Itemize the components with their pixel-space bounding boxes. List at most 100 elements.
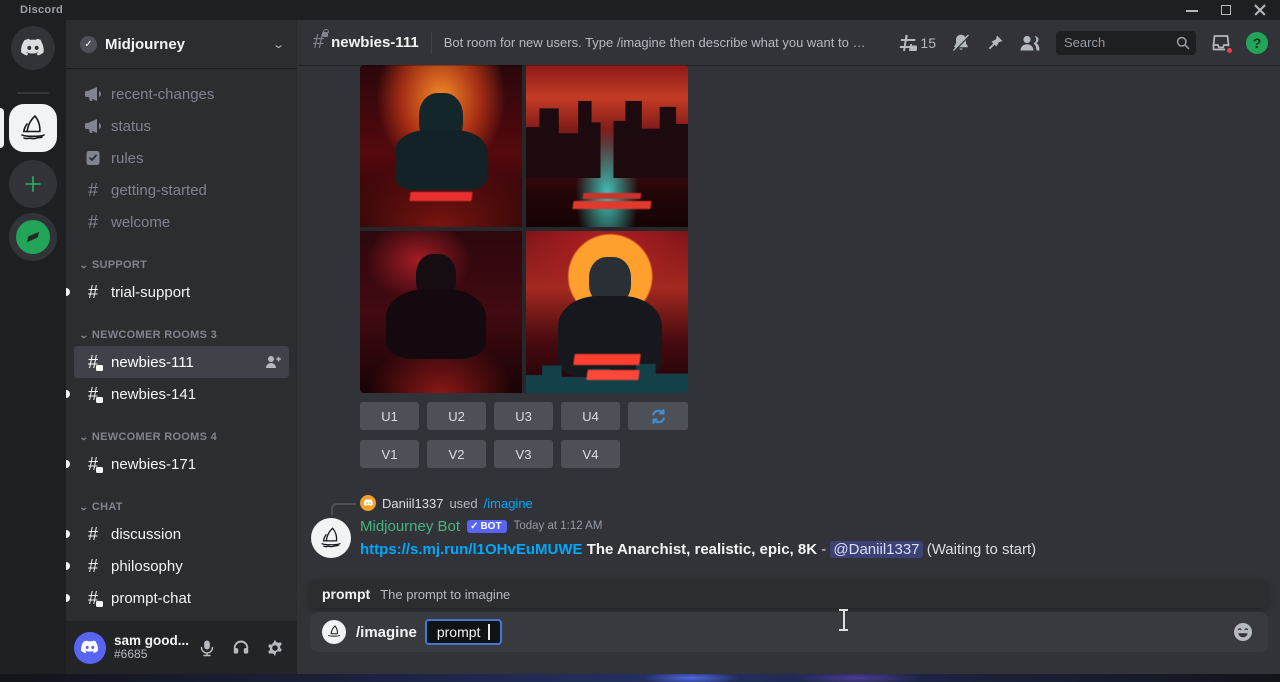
chevron-down-icon: ⌄ xyxy=(79,502,89,513)
prompt-option-field[interactable]: prompt xyxy=(425,619,502,645)
user-avatar[interactable] xyxy=(74,632,106,664)
sidebar-item-discussion[interactable]: # discussion xyxy=(74,518,289,550)
channel-list: recent-changes status rules # gettin xyxy=(66,68,297,646)
server-header[interactable]: ✓ Midjourney ⌄ xyxy=(66,20,297,68)
close-button[interactable] xyxy=(1254,4,1266,16)
reroll-icon xyxy=(650,408,667,425)
message-body: https://s.mj.run/l1OHvEuMUWE The Anarchi… xyxy=(360,539,1280,560)
message-timestamp: Today at 1:12 AM xyxy=(514,520,603,532)
unread-pill xyxy=(66,562,70,570)
sidebar-item-status[interactable]: status xyxy=(74,110,289,142)
settings-gear-icon[interactable] xyxy=(261,634,289,662)
reply-author[interactable]: Daniil1337 xyxy=(382,496,443,511)
channel-label: newbies-171 xyxy=(111,456,196,473)
header-divider xyxy=(431,32,432,54)
pinned-messages-icon[interactable] xyxy=(986,34,1004,52)
prompt-link[interactable]: https://s.mj.run/l1OHvEuMUWE xyxy=(360,541,583,558)
chat-area: U1 U2 U3 U4 V1 V2 V3 V4 xyxy=(297,65,1280,682)
sidebar-item-newbies-141[interactable]: # newbies-141 xyxy=(74,378,289,410)
section-support[interactable]: ⌄ SUPPORT xyxy=(66,254,297,276)
upscale-u1-button[interactable]: U1 xyxy=(360,402,419,430)
channel-label: welcome xyxy=(111,214,170,231)
sidebar-item-recent-changes[interactable]: recent-changes xyxy=(74,78,289,110)
server-rail xyxy=(0,20,66,682)
upscale-u2-button[interactable]: U2 xyxy=(427,402,486,430)
headphones-icon[interactable] xyxy=(227,634,255,662)
discord-logo-icon xyxy=(20,38,46,58)
hash-icon: # xyxy=(82,180,104,201)
sidebar-item-philosophy[interactable]: # philosophy xyxy=(74,550,289,582)
channel-label: getting-started xyxy=(111,182,207,199)
unread-pill xyxy=(66,530,70,538)
prompt-field-value: prompt xyxy=(437,624,481,640)
reply-spine xyxy=(331,503,356,515)
maximize-button[interactable] xyxy=(1220,4,1232,16)
sidebar-item-welcome[interactable]: # welcome xyxy=(74,206,289,238)
midjourney-sailboat-icon xyxy=(17,112,49,144)
notifications-muted-icon[interactable] xyxy=(951,33,971,53)
server-icon-midjourney[interactable] xyxy=(9,104,57,152)
hash-icon: # xyxy=(82,524,104,545)
variation-v1-button[interactable]: V1 xyxy=(360,440,419,468)
threads-icon[interactable]: 15 xyxy=(898,34,936,52)
bot-avatar[interactable] xyxy=(311,518,351,558)
section-label: SUPPORT xyxy=(92,259,147,271)
channel-label: prompt-chat xyxy=(111,590,191,607)
sidebar-item-newbies-171[interactable]: # newbies-171 xyxy=(74,448,289,480)
microphone-icon[interactable] xyxy=(193,634,221,662)
rail-divider xyxy=(17,92,49,94)
section-chat[interactable]: ⌄ CHAT xyxy=(66,496,297,518)
sidebar-item-prompt-chat[interactable]: # prompt-chat xyxy=(74,582,289,614)
upscale-u3-button[interactable]: U3 xyxy=(494,402,553,430)
upscale-u4-button[interactable]: U4 xyxy=(561,402,620,430)
channel-title: newbies-111 xyxy=(331,34,419,51)
user-mention[interactable]: @Daniil1337 xyxy=(830,541,922,558)
inbox-icon[interactable] xyxy=(1211,33,1231,53)
channel-topic[interactable]: Bot room for new users. Type /imagine th… xyxy=(444,35,869,50)
megaphone-icon xyxy=(82,86,104,102)
plus-icon xyxy=(23,174,43,194)
section-newcomer-rooms-3[interactable]: ⌄ NEWCOMER ROOMS 3 xyxy=(66,324,297,346)
chevron-down-icon: ⌄ xyxy=(79,260,89,271)
add-server-button[interactable] xyxy=(9,160,57,208)
username: sam good... xyxy=(114,633,193,649)
message-input[interactable]: /imagine prompt xyxy=(310,612,1268,652)
variation-v2-button[interactable]: V2 xyxy=(427,440,486,468)
create-invite-icon[interactable] xyxy=(265,355,281,369)
channel-label: recent-changes xyxy=(111,86,214,103)
unread-pill xyxy=(66,594,70,602)
sidebar-item-getting-started[interactable]: # getting-started xyxy=(74,174,289,206)
hash-chat-icon: # xyxy=(82,384,104,405)
help-icon[interactable]: ? xyxy=(1246,32,1268,54)
sidebar-item-rules[interactable]: rules xyxy=(74,142,289,174)
window-titlebar: Discord xyxy=(0,0,1280,20)
reroll-button[interactable] xyxy=(628,402,688,430)
rules-icon xyxy=(82,150,104,166)
image-tile-3 xyxy=(360,231,522,393)
user-info[interactable]: sam good... #6685 xyxy=(114,633,193,662)
hash-icon: # xyxy=(82,282,104,303)
hash-chat-icon: # xyxy=(82,588,104,609)
status-text: (Waiting to start) xyxy=(927,541,1036,558)
channel-sidebar: ✓ Midjourney ⌄ recent-changes status xyxy=(66,20,297,682)
section-newcomer-rooms-4[interactable]: ⌄ NEWCOMER ROOMS 4 xyxy=(66,426,297,448)
reply-command[interactable]: /imagine xyxy=(484,496,533,511)
bot-username[interactable]: Midjourney Bot xyxy=(360,518,460,535)
explore-servers-button[interactable] xyxy=(9,213,57,261)
variation-v4-button[interactable]: V4 xyxy=(561,440,620,468)
verified-badge-icon: ✓ xyxy=(80,36,97,53)
variation-v3-button[interactable]: V3 xyxy=(494,440,553,468)
generated-image-grid[interactable] xyxy=(360,65,688,393)
home-button[interactable] xyxy=(11,26,55,70)
search-input[interactable]: Search xyxy=(1056,31,1196,55)
unread-pill xyxy=(66,288,70,296)
reply-context[interactable]: Daniil1337 used /imagine xyxy=(360,495,1280,511)
reply-author-avatar[interactable] xyxy=(360,495,376,511)
member-list-icon[interactable] xyxy=(1019,34,1041,52)
section-label: CHAT xyxy=(92,501,123,513)
composer: prompt The prompt to imagine /imagine xyxy=(310,580,1268,652)
emoji-picker-icon[interactable] xyxy=(1232,621,1254,643)
minimize-button[interactable] xyxy=(1186,4,1198,16)
sidebar-item-newbies-111[interactable]: # newbies-111 xyxy=(74,346,289,378)
sidebar-item-trial-support[interactable]: # trial-support xyxy=(74,276,289,308)
